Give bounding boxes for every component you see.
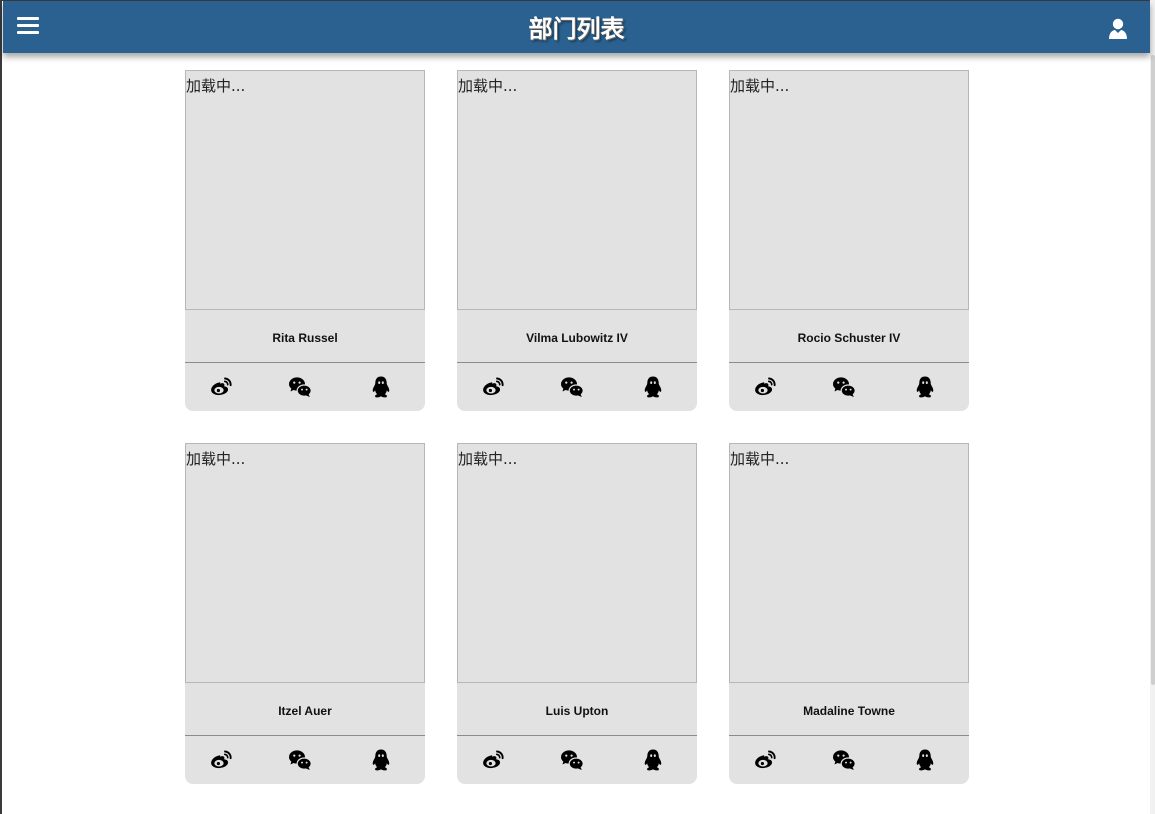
wechat-icon[interactable] bbox=[832, 748, 856, 772]
member-photo-placeholder: 加载中... bbox=[729, 443, 969, 683]
qq-icon[interactable] bbox=[913, 375, 937, 399]
member-card[interactable]: 加载中... Rocio Schuster IV bbox=[729, 70, 969, 411]
social-links bbox=[729, 736, 969, 783]
member-photo-placeholder: 加载中... bbox=[185, 70, 425, 310]
member-card[interactable]: 加载中... Itzel Auer bbox=[185, 443, 425, 784]
user-icon bbox=[1109, 18, 1127, 39]
member-photo-placeholder: 加载中... bbox=[457, 70, 697, 310]
member-photo-placeholder: 加载中... bbox=[729, 70, 969, 310]
qq-icon[interactable] bbox=[913, 748, 937, 772]
member-photo-placeholder: 加载中... bbox=[185, 443, 425, 683]
member-card[interactable]: 加载中... Luis Upton bbox=[457, 443, 697, 784]
member-name: Itzel Auer bbox=[185, 683, 425, 736]
loading-text: 加载中... bbox=[730, 450, 790, 468]
member-name: Rocio Schuster IV bbox=[729, 310, 969, 363]
qq-icon[interactable] bbox=[641, 375, 665, 399]
loading-text: 加载中... bbox=[186, 77, 246, 95]
loading-text: 加载中... bbox=[730, 77, 790, 95]
member-name: Luis Upton bbox=[457, 683, 697, 736]
qq-icon[interactable] bbox=[369, 375, 393, 399]
wechat-icon[interactable] bbox=[560, 748, 584, 772]
weibo-icon[interactable] bbox=[209, 748, 233, 772]
weibo-icon[interactable] bbox=[481, 748, 505, 772]
social-links bbox=[729, 363, 969, 410]
weibo-icon[interactable] bbox=[481, 375, 505, 399]
wechat-icon[interactable] bbox=[560, 375, 584, 399]
social-links bbox=[457, 363, 697, 410]
social-links bbox=[185, 736, 425, 783]
page-title: 部门列表 bbox=[528, 16, 625, 43]
user-button[interactable] bbox=[1108, 18, 1128, 40]
wechat-icon[interactable] bbox=[288, 748, 312, 772]
member-name: Vilma Lubowitz IV bbox=[457, 310, 697, 363]
scrollbar[interactable] bbox=[1150, 0, 1155, 814]
loading-text: 加载中... bbox=[458, 77, 518, 95]
weibo-icon[interactable] bbox=[753, 375, 777, 399]
wechat-icon[interactable] bbox=[832, 375, 856, 399]
wechat-icon[interactable] bbox=[288, 375, 312, 399]
scrollbar-thumb[interactable] bbox=[1151, 55, 1155, 685]
qq-icon[interactable] bbox=[369, 748, 393, 772]
social-links bbox=[457, 736, 697, 783]
member-card[interactable]: 加载中... Rita Russel bbox=[185, 70, 425, 411]
member-name: Rita Russel bbox=[185, 310, 425, 363]
loading-text: 加载中... bbox=[186, 450, 246, 468]
social-links bbox=[185, 363, 425, 410]
weibo-icon[interactable] bbox=[209, 375, 233, 399]
member-card[interactable]: 加载中... Vilma Lubowitz IV bbox=[457, 70, 697, 411]
member-name: Madaline Towne bbox=[729, 683, 969, 736]
qq-icon[interactable] bbox=[641, 748, 665, 772]
top-header: 部门列表 bbox=[3, 1, 1150, 53]
member-card[interactable]: 加载中... Madaline Towne bbox=[729, 443, 969, 784]
member-photo-placeholder: 加载中... bbox=[457, 443, 697, 683]
weibo-icon[interactable] bbox=[753, 748, 777, 772]
loading-text: 加载中... bbox=[458, 450, 518, 468]
